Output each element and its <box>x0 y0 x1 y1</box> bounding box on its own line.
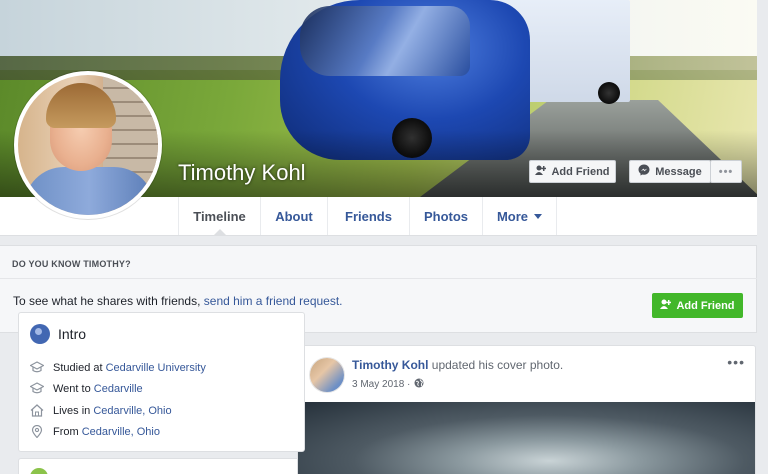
add-friend-icon <box>535 165 547 178</box>
send-friend-request-link[interactable]: send him a friend request. <box>204 294 343 308</box>
intro-row-link[interactable]: Cedarville, Ohio <box>82 426 160 438</box>
intro-header: Intro <box>30 324 86 344</box>
post-cover-image[interactable] <box>298 402 755 474</box>
intro-row-lives-in: Lives in Cedarville, Ohio <box>30 404 172 417</box>
intro-row-prefix: Lives in <box>53 404 94 417</box>
intro-row-link[interactable]: Cedarville <box>94 383 143 395</box>
graduation-cap-icon <box>30 361 44 374</box>
location-pin-icon <box>30 425 44 438</box>
tab-more[interactable]: More <box>482 197 557 235</box>
tab-photos[interactable]: Photos <box>409 197 482 235</box>
caret-down-icon <box>534 213 543 219</box>
intro-row-prefix: Went to <box>53 382 94 395</box>
know-heading: DO YOU KNOW TIMOTHY? <box>12 259 131 269</box>
intro-title: Intro <box>58 326 87 342</box>
post-author-avatar[interactable] <box>310 358 344 392</box>
intro-row-prefix: Studied at <box>53 361 106 374</box>
tab-about[interactable]: About <box>260 197 327 235</box>
intro-row-link[interactable]: Cedarville University <box>106 362 206 374</box>
cover-windshield <box>300 6 470 76</box>
add-friend-green-button[interactable]: Add Friend <box>652 293 743 318</box>
know-text: To see what he shares with friends, send… <box>13 294 343 308</box>
post-meta: 3 May 2018 · <box>352 378 424 391</box>
profile-name[interactable]: Timothy Kohl <box>178 160 306 186</box>
tab-timeline[interactable]: Timeline <box>178 197 260 236</box>
home-icon <box>30 404 44 417</box>
intro-row-prefix: From <box>53 425 82 438</box>
post-action-text: updated his cover photo. <box>428 358 564 372</box>
intro-row-link[interactable]: Cedarville, Ohio <box>93 405 171 417</box>
intro-card: Intro Studied at Cedarville University W… <box>18 312 305 452</box>
post-author-link[interactable]: Timothy Kohl <box>352 358 428 372</box>
secondary-card <box>18 458 305 474</box>
tab-more-label: More <box>496 208 529 224</box>
profile-avatar[interactable] <box>14 71 162 219</box>
avatar-shirt <box>24 167 154 215</box>
intro-row-school: Went to Cedarville <box>30 382 143 395</box>
globe-icon <box>30 324 50 344</box>
add-friend-label: Add Friend <box>551 165 610 178</box>
message-label: Message <box>655 165 702 178</box>
avatar-photo <box>18 75 158 215</box>
public-globe-icon <box>414 378 424 391</box>
add-friend-green-label: Add Friend <box>676 299 735 312</box>
add-friend-icon <box>660 299 672 312</box>
intro-row-education: Studied at Cedarville University <box>30 361 206 374</box>
messenger-icon <box>638 164 650 179</box>
more-options-button[interactable]: ••• <box>710 160 742 183</box>
card-icon <box>30 468 48 474</box>
know-text-prefix: To see what he shares with friends, <box>13 294 204 308</box>
cover-wheel <box>598 82 620 104</box>
tab-friends[interactable]: Friends <box>327 197 409 235</box>
divider <box>0 278 757 279</box>
intro-row-from: From Cedarville, Ohio <box>30 425 160 438</box>
message-button[interactable]: Message <box>629 160 711 183</box>
add-friend-button[interactable]: Add Friend <box>529 160 616 183</box>
graduation-cap-icon <box>30 382 44 395</box>
post-header-line: Timothy Kohl updated his cover photo. <box>352 358 563 372</box>
post-date[interactable]: 3 May 2018 · <box>352 379 410 390</box>
post-options-button[interactable]: ••• <box>727 354 745 370</box>
timeline-post: Timothy Kohl updated his cover photo. 3 … <box>297 345 756 474</box>
